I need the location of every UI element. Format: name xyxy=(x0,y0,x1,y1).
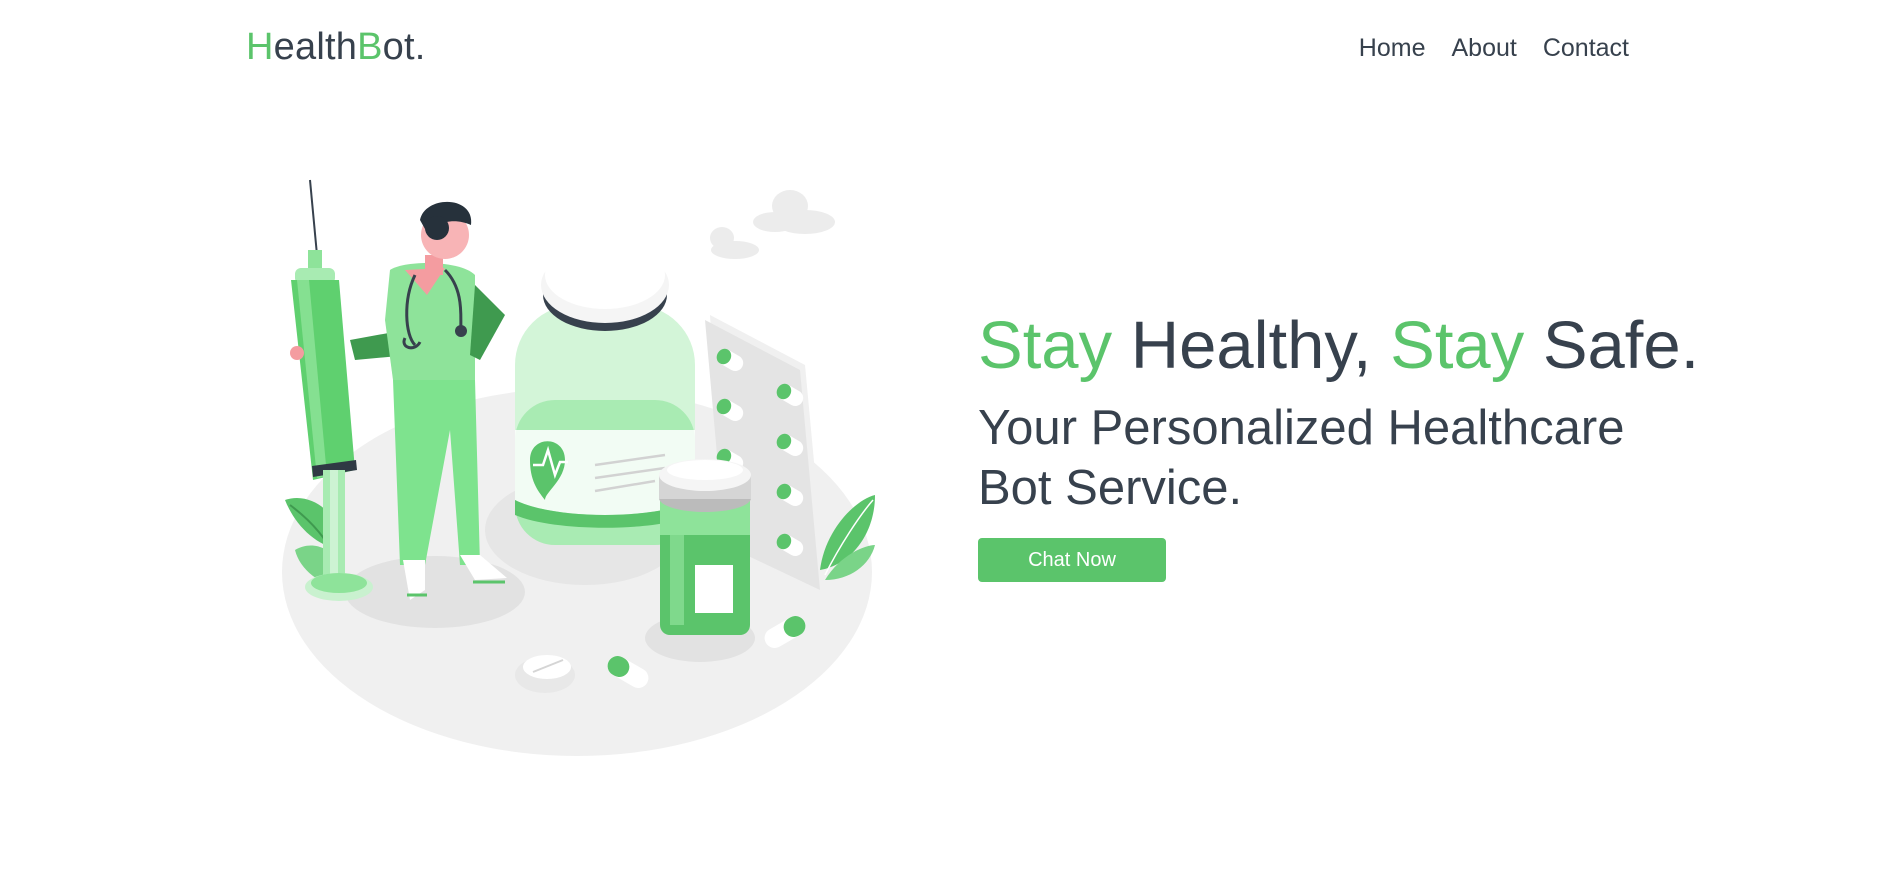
hero-subheadline: Your Personalized Healthcare Bot Service… xyxy=(978,401,1625,515)
headline-word-healthy: Healthy, xyxy=(1112,308,1391,383)
chat-now-button[interactable]: Chat Now xyxy=(978,538,1166,582)
nav-link-about[interactable]: About xyxy=(1451,34,1516,63)
headline-word-stay-2: Stay xyxy=(1390,308,1525,383)
nav-link-home[interactable]: Home xyxy=(1359,34,1426,63)
hero-headline: Stay Healthy, Stay Safe. xyxy=(978,306,1700,386)
nav-link-contact[interactable]: Contact xyxy=(1543,34,1629,63)
doctor-with-syringe-and-medicine-icon xyxy=(282,179,875,756)
logo-text-ot: ot. xyxy=(382,26,426,68)
hero-illustration xyxy=(275,170,895,760)
headline-word-stay-1: Stay xyxy=(978,308,1113,383)
headline-word-safe: Safe. xyxy=(1524,308,1700,383)
brand-logo[interactable]: HealthBot. xyxy=(246,26,425,69)
logo-letter-h: H xyxy=(246,26,274,68)
logo-text-ealth: ealth xyxy=(273,26,358,68)
logo-letter-b: B xyxy=(357,26,383,68)
top-navbar: HealthBot. Home About Contact xyxy=(0,0,1886,100)
hero-section: Stay Healthy, Stay Safe. Your Personaliz… xyxy=(978,306,1700,582)
nav-menu: Home About Contact xyxy=(1359,34,1629,63)
